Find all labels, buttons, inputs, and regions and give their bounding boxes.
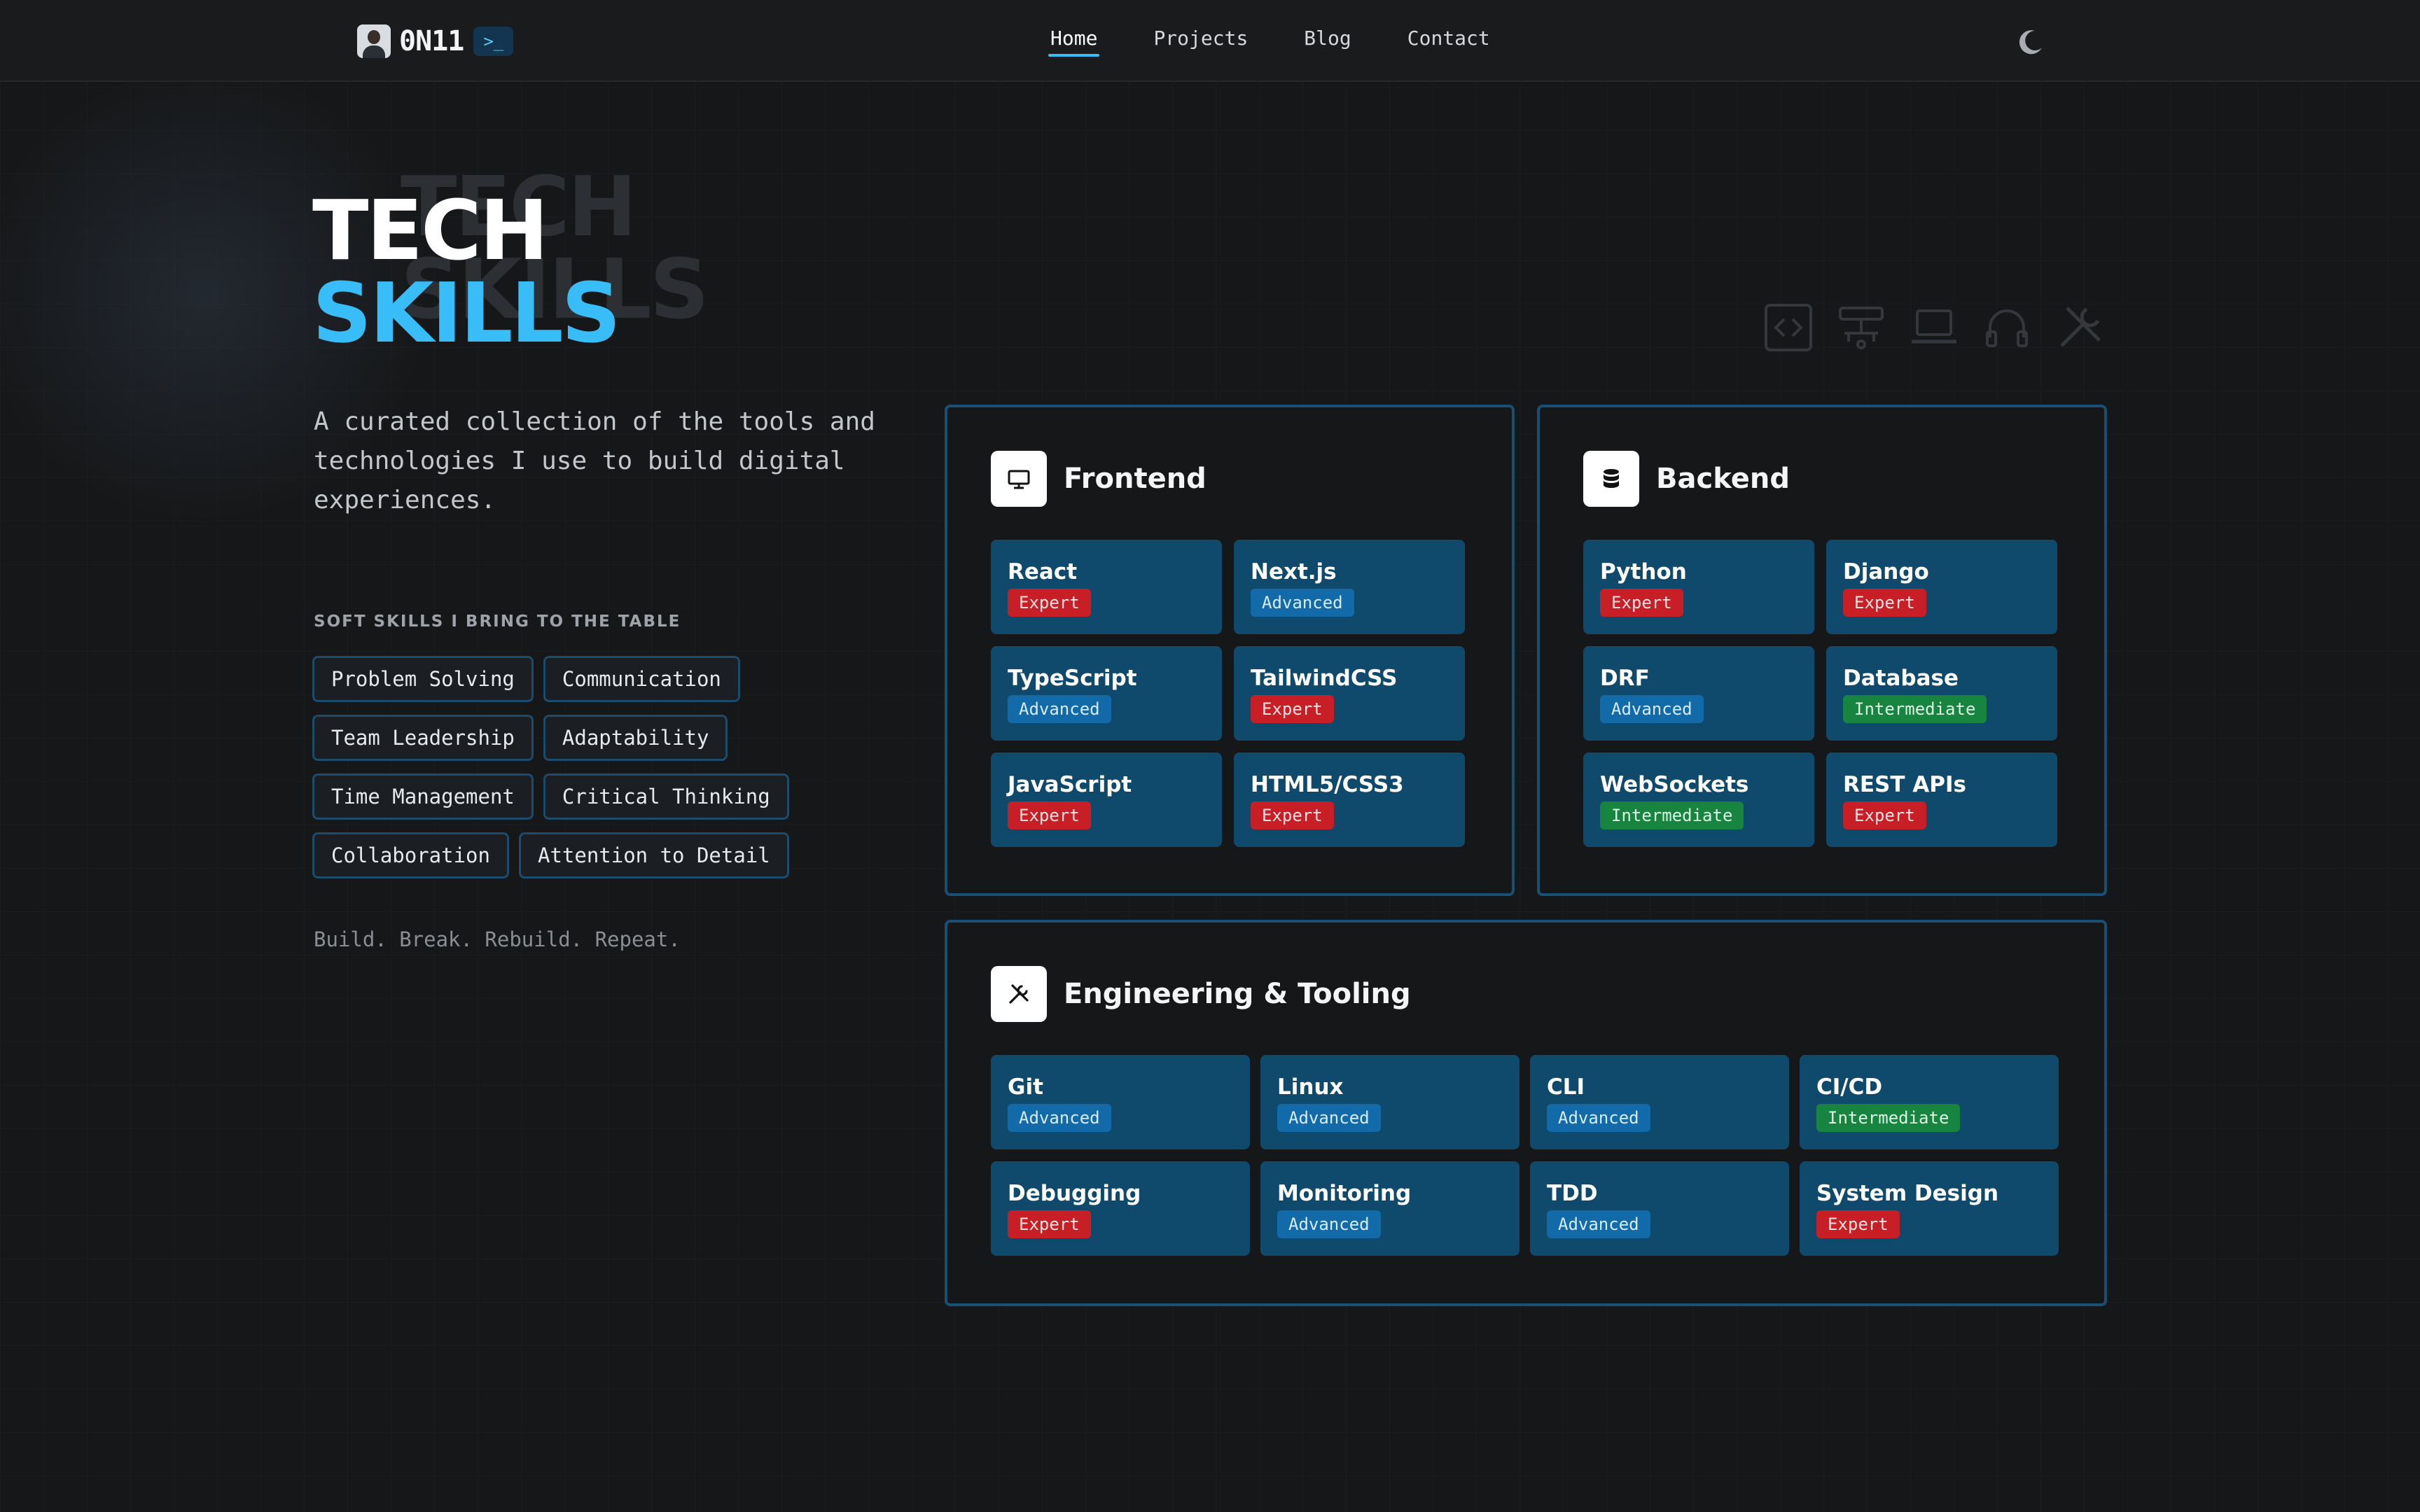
level-badge: Intermediate	[1816, 1104, 1961, 1132]
skill-grid: Python Expert Django Expert DRF Advanced Da…	[1583, 540, 2057, 847]
moon-icon[interactable]	[2015, 27, 2046, 57]
skill-tile: Next.js Advanced	[1234, 540, 1465, 634]
nav-link-projects[interactable]: Projects	[1153, 27, 1248, 57]
skill-tile: TailwindCSS Expert	[1234, 646, 1465, 741]
level-badge: Expert	[1251, 802, 1334, 830]
level-badge: Expert	[1008, 589, 1091, 617]
skill-tile: React Expert	[991, 540, 1222, 634]
code-icon	[1765, 304, 1812, 351]
skill-tile: JavaScript Expert	[991, 752, 1222, 847]
level-badge: Advanced	[1008, 695, 1111, 723]
skill-tile: CLI Advanced	[1530, 1055, 1789, 1149]
skill-tile: HTML5/CSS3 Expert	[1234, 752, 1465, 847]
soft-skills-row: Problem Solving Communication	[312, 656, 750, 702]
monitor-icon	[991, 451, 1047, 507]
headphones-icon	[1986, 309, 2028, 347]
page-title: TECH SKILLS	[312, 182, 621, 361]
brand-name: 0N11	[399, 25, 464, 57]
soft-skill-chip: Problem Solving	[312, 656, 534, 702]
level-badge: Expert	[1843, 802, 1926, 830]
title-line-skills: SKILLS	[312, 265, 621, 361]
card-title: Backend	[1656, 463, 1790, 495]
title-line-tech: TECH	[312, 182, 548, 279]
nav-link-blog[interactable]: Blog	[1304, 27, 1351, 57]
skill-tile: Monitoring Advanced	[1260, 1161, 1520, 1256]
tooling-card: Engineering & Tooling Git Advanced Linux A…	[945, 920, 2107, 1306]
level-badge: Expert	[1008, 1210, 1091, 1238]
nav-link-home[interactable]: Home	[1048, 27, 1100, 57]
level-badge: Expert	[1008, 802, 1091, 830]
level-badge: Advanced	[1277, 1210, 1381, 1238]
laptop-icon	[1912, 309, 1956, 344]
network-icon	[1839, 307, 1884, 349]
skill-tile: DRF Advanced	[1583, 646, 1814, 741]
hero-description: A curated collection of the tools and te…	[314, 407, 875, 514]
level-badge: Intermediate	[1600, 802, 1744, 830]
avatar	[357, 24, 391, 58]
level-badge: Advanced	[1547, 1104, 1650, 1132]
card-title: Frontend	[1064, 463, 1206, 495]
frontend-card: Frontend React Expert Next.js Advanced Typ…	[945, 405, 1515, 896]
level-badge: Expert	[1816, 1210, 1900, 1238]
soft-skill-chip: Time Management	[312, 774, 534, 820]
skill-tile: Python Expert	[1583, 540, 1814, 634]
top-navbar: 0N11 >_ Home Projects Blog Contact	[0, 0, 2420, 82]
soft-skills-label: SOFT SKILLS I BRING TO THE TABLE	[314, 612, 681, 631]
tagline: Build. Break. Rebuild. Repeat.	[314, 927, 681, 951]
soft-skills-row: Team Leadership Adaptability	[312, 715, 737, 761]
level-badge: Expert	[1843, 589, 1926, 617]
skill-tile: Debugging Expert	[991, 1161, 1250, 1256]
skill-tile: System Design Expert	[1800, 1161, 2059, 1256]
level-badge: Advanced	[1251, 589, 1354, 617]
soft-skill-chip: Communication	[543, 656, 740, 702]
card-title: Engineering & Tooling	[1064, 978, 1411, 1010]
skill-tile: REST APIs Expert	[1826, 752, 2057, 847]
tools-icon	[991, 966, 1047, 1022]
level-badge: Expert	[1251, 695, 1334, 723]
level-badge: Intermediate	[1843, 695, 1987, 723]
level-badge: Expert	[1600, 589, 1683, 617]
soft-skills-row: Collaboration Attention to Detail	[312, 832, 799, 878]
card-header: Frontend	[991, 451, 1206, 507]
terminal-badge: >_	[473, 27, 514, 56]
backend-card: Backend Python Expert Django Expert DRF Adv…	[1537, 405, 2107, 896]
brand-logo[interactable]: 0N11 >_	[357, 22, 514, 60]
level-badge: Advanced	[1547, 1210, 1650, 1238]
skill-tile: Git Advanced	[991, 1055, 1250, 1149]
skill-grid: React Expert Next.js Advanced TypeScript Ad…	[991, 540, 1465, 847]
card-header: Backend	[1583, 451, 1790, 507]
skill-tile: Linux Advanced	[1260, 1055, 1520, 1149]
tools-icon	[2060, 307, 2101, 347]
skill-tile: TypeScript Advanced	[991, 646, 1222, 741]
nav-links: Home Projects Blog Contact	[1048, 27, 1546, 57]
soft-skill-chip: Collaboration	[312, 832, 509, 878]
soft-skill-chip: Team Leadership	[312, 715, 534, 761]
soft-skill-chip: Critical Thinking	[543, 774, 789, 820]
level-badge: Advanced	[1277, 1104, 1381, 1132]
skill-tile: WebSockets Intermediate	[1583, 752, 1814, 847]
level-badge: Advanced	[1008, 1104, 1111, 1132]
level-badge: Advanced	[1600, 695, 1704, 723]
database-icon	[1583, 451, 1639, 507]
soft-skills-row: Time Management Critical Thinking	[312, 774, 799, 820]
skill-tile: TDD Advanced	[1530, 1161, 1789, 1256]
nav-link-contact[interactable]: Contact	[1407, 27, 1490, 57]
soft-skill-chip: Adaptability	[543, 715, 728, 761]
skill-tile: Django Expert	[1826, 540, 2057, 634]
decor-icons	[1762, 301, 2126, 354]
skill-tile: Database Intermediate	[1826, 646, 2057, 741]
skill-tile: CI/CD Intermediate	[1800, 1055, 2059, 1149]
soft-skill-chip: Attention to Detail	[518, 832, 789, 878]
card-header: Engineering & Tooling	[991, 966, 1411, 1022]
skill-grid: Git Advanced Linux Advanced CLI Advanced CI…	[991, 1055, 2059, 1256]
